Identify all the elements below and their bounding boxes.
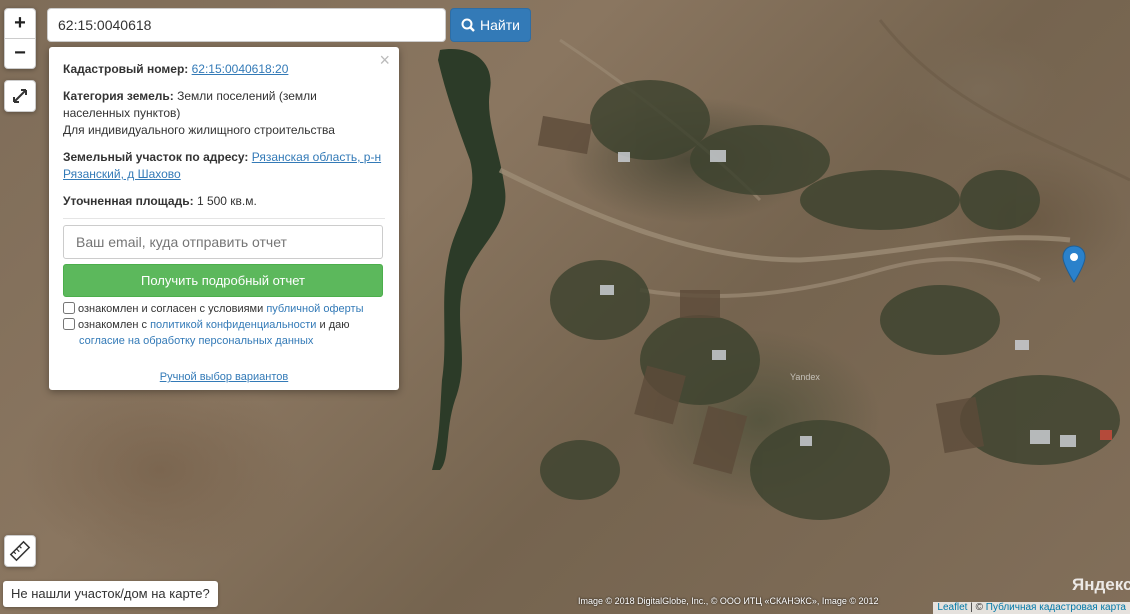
expand-icon [13, 89, 27, 103]
map-watermark: Yandex [790, 372, 820, 382]
personal-data-consent-link[interactable]: согласие на обработку персональных данны… [79, 335, 313, 347]
attribution-sep: | © [967, 602, 986, 613]
agreements: ознакомлен и согласен с условиями публич… [63, 301, 385, 349]
search-icon [461, 18, 475, 32]
cadastral-map-link[interactable]: Публичная кадастровая карта [986, 602, 1126, 613]
address-label: Земельный участок по адресу: [63, 150, 249, 164]
search-button-label: Найти [480, 17, 520, 33]
agree-offer-text: ознакомлен и согласен с условиями [78, 303, 267, 315]
area-value: 1 500 кв.м. [196, 194, 257, 208]
cadastral-number-row: Кадастровый номер: 62:15:0040618:20 [63, 61, 385, 78]
agree-privacy-text2: и даю [316, 319, 350, 331]
manual-selection-row: Ручной выбор вариантов [63, 369, 385, 386]
search-input[interactable] [47, 8, 446, 42]
area-label: Уточненная площадь: [63, 194, 194, 208]
fullscreen-button[interactable] [4, 80, 36, 112]
not-found-button[interactable]: Не нашли участок/дом на карте? [3, 581, 218, 607]
divider [63, 218, 385, 219]
agree-privacy-checkbox[interactable] [63, 318, 75, 330]
parcel-info-popup: × Кадастровый номер: 62:15:0040618:20 Ка… [49, 47, 399, 390]
search-button[interactable]: Найти [450, 8, 531, 42]
usage-value: Для индивидуального жилищного строительс… [63, 123, 335, 137]
map-attribution: Leaflet | © Публичная кадастровая карта [933, 602, 1130, 614]
measure-button[interactable] [4, 535, 36, 567]
zoom-control: + − [4, 8, 36, 69]
get-report-button[interactable]: Получить подробный отчет [63, 264, 383, 297]
public-offer-link[interactable]: публичной оферты [266, 303, 363, 315]
address-row: Земельный участок по адресу: Рязанская о… [63, 149, 385, 183]
agree-offer-checkbox[interactable] [63, 302, 75, 314]
imagery-attribution: Image © 2018 DigitalGlobe, Inc., © ООО И… [578, 596, 879, 606]
email-field[interactable] [63, 225, 383, 259]
ruler-icon [9, 540, 31, 562]
agree-offer-row: ознакомлен и согласен с условиями публич… [63, 301, 385, 317]
zoom-out-button[interactable]: − [5, 39, 35, 68]
cadastral-label: Кадастровый номер: [63, 62, 189, 76]
privacy-policy-link[interactable]: политикой конфиденциальности [150, 319, 316, 331]
agree-privacy-text: ознакомлен с [78, 319, 151, 331]
leaflet-link[interactable]: Leaflet [937, 602, 967, 613]
agree-privacy-row: ознакомлен с политикой конфиденциальност… [63, 317, 385, 349]
category-label: Категория земель: [63, 89, 174, 103]
zoom-in-button[interactable]: + [5, 9, 35, 39]
close-icon[interactable]: × [379, 51, 390, 69]
manual-selection-link[interactable]: Ручной выбор вариантов [160, 371, 288, 383]
yandex-logo: Яндекс [1072, 575, 1130, 594]
area-row: Уточненная площадь: 1 500 кв.м. [63, 193, 385, 210]
category-row: Категория земель: Земли поселений (земли… [63, 88, 385, 139]
cadastral-number-link[interactable]: 62:15:0040618:20 [192, 62, 289, 76]
